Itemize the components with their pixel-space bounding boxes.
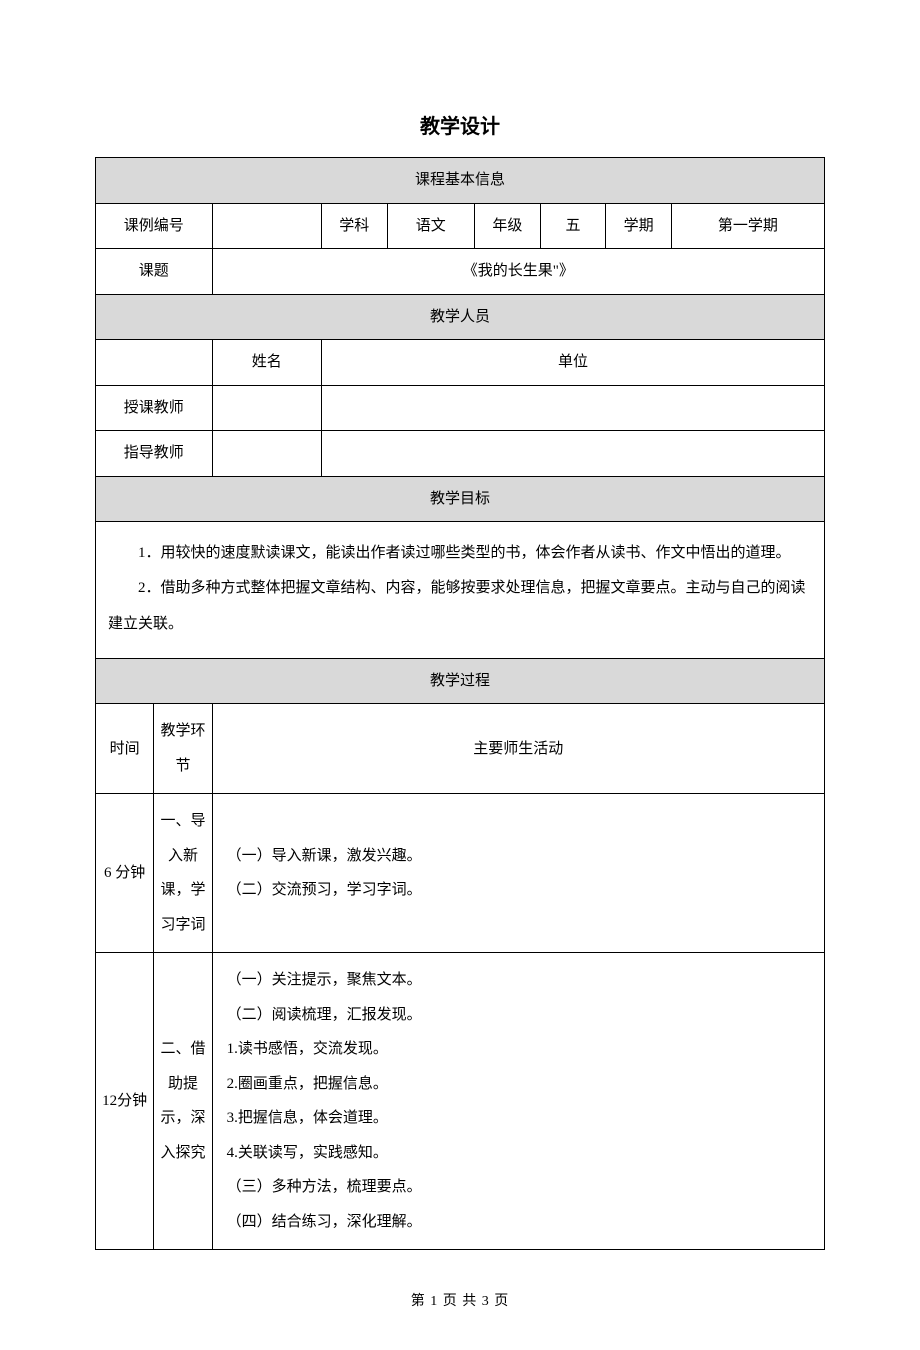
row-process-2: 12分钟 二、借助提示，深入探究 （一）关注提示，聚焦文本。 （二）阅读梳理，汇… (96, 953, 825, 1250)
row-lesson-meta: 课例编号 学科 语文 年级 五 学期 第一学期 (96, 203, 825, 249)
process-segment: 一、导入新课，学习字词 (154, 794, 212, 953)
lesson-plan-table: 课程基本信息 课例编号 学科 语文 年级 五 学期 第一学期 课题 《我的长生果… (95, 157, 825, 1250)
activity-line: （三）多种方法，梳理要点。 (227, 1170, 810, 1205)
label-lesson-id: 课例编号 (96, 203, 213, 249)
value-teacher-name (212, 385, 321, 431)
label-time: 时间 (96, 704, 154, 794)
page-footer: 第 1 页 共 3 页 (95, 1290, 825, 1310)
row-process-headers: 时间 教学环节 主要师生活动 (96, 704, 825, 794)
label-advisor: 指导教师 (96, 431, 213, 477)
section-teaching-goals: 教学目标 (96, 476, 825, 522)
row-goals: 1．用较快的速度默读课文，能读出作者读过哪些类型的书，体会作者从读书、作文中悟出… (96, 522, 825, 659)
activity-line: （四）结合练习，深化理解。 (227, 1205, 810, 1240)
section-header: 教学过程 (96, 658, 825, 704)
row-staff-headers: 姓名 单位 (96, 340, 825, 386)
label-grade: 年级 (475, 203, 541, 249)
label-unit: 单位 (321, 340, 824, 386)
activity-line: （二）阅读梳理，汇报发现。 (227, 998, 810, 1033)
goals-content: 1．用较快的速度默读课文，能读出作者读过哪些类型的书，体会作者从读书、作文中悟出… (96, 522, 825, 659)
value-lesson-id (212, 203, 321, 249)
goal-item: 1．用较快的速度默读课文，能读出作者读过哪些类型的书，体会作者从读书、作文中悟出… (108, 536, 812, 571)
value-subject: 语文 (387, 203, 474, 249)
row-topic: 课题 《我的长生果"》 (96, 249, 825, 295)
activity-line: （一）关注提示，聚焦文本。 (227, 963, 810, 998)
activity-line: 4.关联读写，实践感知。 (227, 1136, 810, 1171)
section-header: 课程基本信息 (96, 158, 825, 204)
activity-line: 2.圈画重点，把握信息。 (227, 1067, 810, 1102)
activity-line: （一）导入新课，激发兴趣。 (227, 839, 810, 874)
value-semester: 第一学期 (671, 203, 824, 249)
row-teacher: 授课教师 (96, 385, 825, 431)
label-subject: 学科 (321, 203, 387, 249)
value-advisor-unit (321, 431, 824, 477)
label-topic: 课题 (96, 249, 213, 295)
blank-cell (96, 340, 213, 386)
section-header: 教学人员 (96, 294, 825, 340)
document-title: 教学设计 (95, 110, 825, 139)
goal-item: 2．借助多种方式整体把握文章结构、内容，能够按要求处理信息，把握文章要点。主动与… (108, 571, 812, 642)
label-teacher: 授课教师 (96, 385, 213, 431)
row-process-1: 6 分钟 一、导入新课，学习字词 （一）导入新课，激发兴趣。 （二）交流预习，学… (96, 794, 825, 953)
process-activities: （一）关注提示，聚焦文本。 （二）阅读梳理，汇报发现。 1.读书感悟，交流发现。… (212, 953, 824, 1250)
value-grade: 五 (540, 203, 606, 249)
label-semester: 学期 (606, 203, 672, 249)
section-basic-info: 课程基本信息 (96, 158, 825, 204)
value-topic: 《我的长生果"》 (212, 249, 824, 295)
activity-line: 3.把握信息，体会道理。 (227, 1101, 810, 1136)
label-activities: 主要师生活动 (212, 704, 824, 794)
process-time: 12分钟 (96, 953, 154, 1250)
process-activities: （一）导入新课，激发兴趣。 （二）交流预习，学习字词。 (212, 794, 824, 953)
row-advisor: 指导教师 (96, 431, 825, 477)
value-advisor-name (212, 431, 321, 477)
label-segment: 教学环节 (154, 704, 212, 794)
section-header: 教学目标 (96, 476, 825, 522)
value-teacher-unit (321, 385, 824, 431)
process-segment: 二、借助提示，深入探究 (154, 953, 212, 1250)
section-teaching-process: 教学过程 (96, 658, 825, 704)
activity-line: 1.读书感悟，交流发现。 (227, 1032, 810, 1067)
section-teaching-staff: 教学人员 (96, 294, 825, 340)
process-time: 6 分钟 (96, 794, 154, 953)
label-name: 姓名 (212, 340, 321, 386)
activity-line: （二）交流预习，学习字词。 (227, 873, 810, 908)
